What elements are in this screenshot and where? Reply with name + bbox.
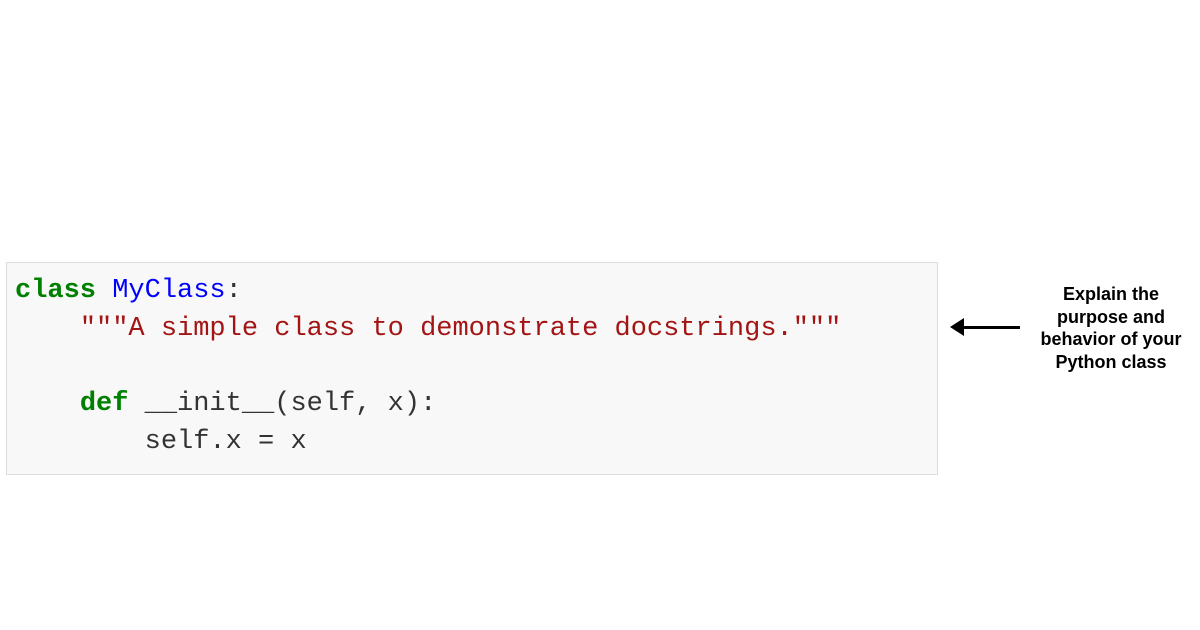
method-params: (self, x): (274, 389, 436, 419)
annotation-text: Explain the purpose and behavior of your… (1026, 283, 1196, 373)
arrow-line (962, 326, 1020, 329)
canvas: class MyClass: """A simple class to demo… (0, 0, 1200, 630)
colon: : (226, 276, 242, 306)
class-name: MyClass (112, 276, 225, 306)
keyword-def: def (80, 389, 129, 419)
code-block: class MyClass: """A simple class to demo… (6, 262, 938, 475)
docstring-close: """ (793, 314, 842, 344)
docstring-text: A simple class to demonstrate docstrings… (128, 314, 792, 344)
annotation-arrow (950, 318, 1020, 336)
keyword-class: class (15, 276, 96, 306)
method-body: self.x = x (145, 427, 307, 457)
docstring-open: """ (80, 314, 129, 344)
method-name: __init__ (145, 389, 275, 419)
